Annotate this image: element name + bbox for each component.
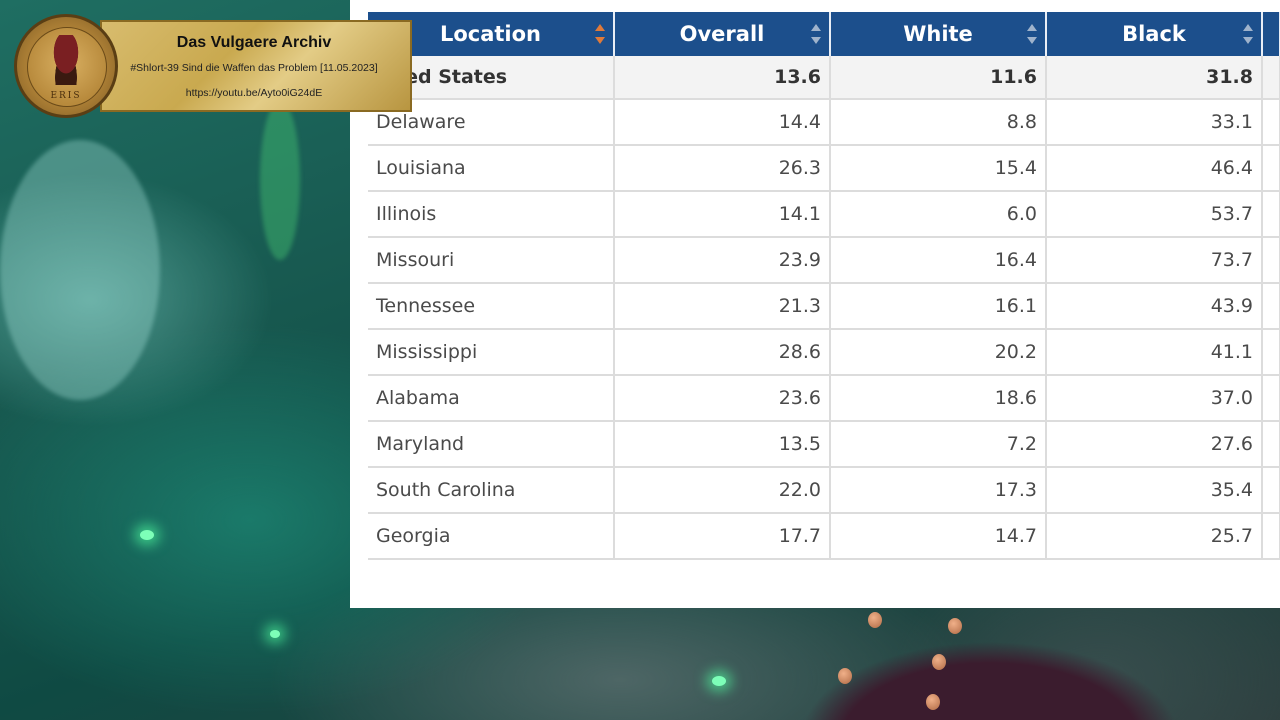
- cell-black: 25.7: [1046, 513, 1263, 560]
- column-header-black[interactable]: Black: [1046, 12, 1263, 56]
- cell-black: 73.7: [1046, 237, 1263, 284]
- cell-location: Mississippi: [368, 329, 615, 376]
- cell-next: [1262, 99, 1280, 146]
- archive-title: Das Vulgaere Archiv: [176, 34, 332, 51]
- cell-next: [1262, 421, 1280, 468]
- cell-overall: 14.1: [614, 191, 831, 238]
- cell-overall: 23.9: [614, 237, 831, 284]
- cell-next: [1262, 56, 1280, 100]
- cell-white: 11.6: [830, 56, 1047, 100]
- table-row: Louisiana 26.3 15.4 46.4: [368, 145, 1280, 192]
- cell-white: 14.7: [830, 513, 1047, 560]
- cell-overall: 21.3: [614, 283, 831, 330]
- cell-location: Tennessee: [368, 283, 615, 330]
- cell-black: 35.4: [1046, 467, 1263, 514]
- table-wrapper: Location Overall White Black nited State…: [368, 12, 1280, 560]
- table-row-total: nited States 13.6 11.6 31.8: [368, 56, 1280, 100]
- cell-black: 43.9: [1046, 283, 1263, 330]
- sort-arrows-icon[interactable]: [1027, 24, 1037, 44]
- cell-location: South Carolina: [368, 467, 615, 514]
- cell-white: 16.4: [830, 237, 1047, 284]
- cell-white: 6.0: [830, 191, 1047, 238]
- cell-white: 8.8: [830, 99, 1047, 146]
- sort-arrows-icon[interactable]: [1243, 24, 1253, 44]
- column-header-label: Black: [1122, 22, 1186, 46]
- table-row: Georgia 17.7 14.7 25.7: [368, 513, 1280, 560]
- cell-next: [1262, 237, 1280, 284]
- column-header-overall[interactable]: Overall: [614, 12, 831, 56]
- cell-location: Louisiana: [368, 145, 615, 192]
- table-row: Maryland 13.5 7.2 27.6: [368, 421, 1280, 468]
- background-light-streak: [0, 140, 160, 400]
- archive-url[interactable]: https://youtu.be/Ayto0iG24dE: [104, 87, 404, 99]
- background-light-streak: [260, 100, 300, 260]
- cell-overall: 22.0: [614, 467, 831, 514]
- sort-arrows-icon[interactable]: [595, 24, 605, 44]
- cell-overall: 14.4: [614, 99, 831, 146]
- cell-location: Maryland: [368, 421, 615, 468]
- table-row: South Carolina 22.0 17.3 35.4: [368, 467, 1280, 514]
- cell-location: Georgia: [368, 513, 615, 560]
- coat-button: [868, 612, 882, 628]
- cell-white: 15.4: [830, 145, 1047, 192]
- cell-overall: 17.7: [614, 513, 831, 560]
- cell-white: 7.2: [830, 421, 1047, 468]
- cell-next: [1262, 145, 1280, 192]
- cell-black: 27.6: [1046, 421, 1263, 468]
- cell-overall: 23.6: [614, 375, 831, 422]
- cell-overall: 13.6: [614, 56, 831, 100]
- table-row: Mississippi 28.6 20.2 41.1: [368, 329, 1280, 376]
- data-table-panel: Location Overall White Black nited State…: [350, 0, 1280, 608]
- table-header-row: Location Overall White Black: [368, 12, 1280, 56]
- cell-white: 16.1: [830, 283, 1047, 330]
- cell-next: [1262, 375, 1280, 422]
- cell-overall: 26.3: [614, 145, 831, 192]
- table-row: Tennessee 21.3 16.1 43.9: [368, 283, 1280, 330]
- cell-next: [1262, 191, 1280, 238]
- rates-table: Location Overall White Black nited State…: [368, 12, 1280, 560]
- coat-button: [932, 654, 946, 670]
- cell-white: 20.2: [830, 329, 1047, 376]
- cell-black: 33.1: [1046, 99, 1263, 146]
- cell-next: [1262, 329, 1280, 376]
- cell-location: Illinois: [368, 191, 615, 238]
- cell-overall: 28.6: [614, 329, 831, 376]
- cell-white: 18.6: [830, 375, 1047, 422]
- table-row: Illinois 14.1 6.0 53.7: [368, 191, 1280, 238]
- archive-subtitle: #Shlort-39 Sind die Waffen das Problem […: [130, 62, 378, 74]
- cell-white: 17.3: [830, 467, 1047, 514]
- cell-next: [1262, 283, 1280, 330]
- table-row: Delaware 14.4 8.8 33.1: [368, 99, 1280, 146]
- sort-arrows-icon[interactable]: [811, 24, 821, 44]
- column-header-label: Overall: [679, 22, 765, 46]
- archive-badge: ERIS Das Vulgaere Archiv #Shlort-39 Sind…: [14, 14, 412, 118]
- seal-text: ERIS: [50, 91, 82, 101]
- cell-black: 31.8: [1046, 56, 1263, 100]
- seal-figure-icon: [47, 35, 85, 85]
- cell-next: [1262, 467, 1280, 514]
- cell-black: 37.0: [1046, 375, 1263, 422]
- coat-button: [838, 668, 852, 684]
- cell-black: 46.4: [1046, 145, 1263, 192]
- green-glow-light: [270, 630, 280, 638]
- green-glow-light: [140, 530, 154, 540]
- cell-location: Missouri: [368, 237, 615, 284]
- cell-black: 53.7: [1046, 191, 1263, 238]
- background-figure: [720, 600, 1260, 720]
- coat-button: [948, 618, 962, 634]
- cell-black: 41.1: [1046, 329, 1263, 376]
- cell-next: [1262, 513, 1280, 560]
- cell-overall: 13.5: [614, 421, 831, 468]
- table-row: Alabama 23.6 18.6 37.0: [368, 375, 1280, 422]
- column-header-white[interactable]: White: [830, 12, 1047, 56]
- column-header-label: Location: [439, 22, 542, 46]
- cell-location: Alabama: [368, 375, 615, 422]
- column-header-next[interactable]: [1262, 12, 1280, 56]
- eris-seal-logo: ERIS: [14, 14, 118, 118]
- coat-button: [926, 694, 940, 710]
- table-row: Missouri 23.9 16.4 73.7: [368, 237, 1280, 284]
- column-header-label: White: [903, 22, 973, 46]
